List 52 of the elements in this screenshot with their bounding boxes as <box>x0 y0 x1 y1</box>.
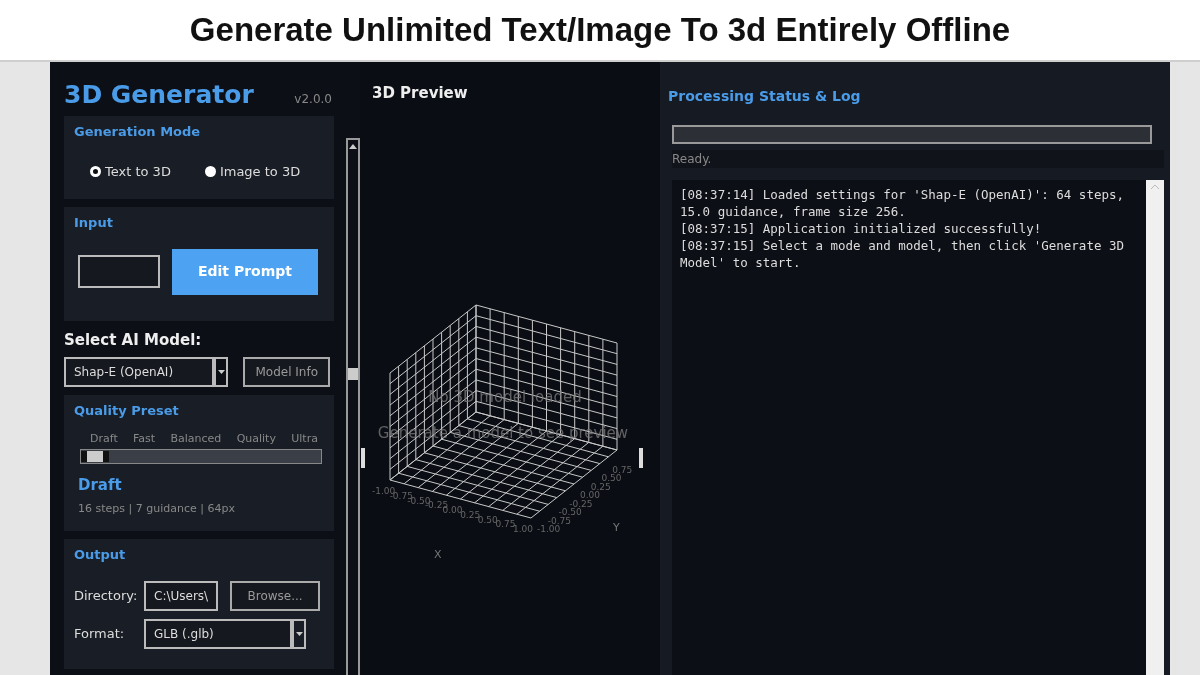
section-heading: Generation Mode <box>74 123 202 141</box>
tick-label: -0.50 <box>558 507 582 517</box>
caret-icon <box>295 631 303 636</box>
resize-handle[interactable] <box>361 448 365 468</box>
panel-title: 3D Preview <box>372 83 468 104</box>
preset-label: Ultra <box>291 430 318 447</box>
section-heading: Input <box>74 214 114 232</box>
scroll-up-icon[interactable] <box>348 142 358 150</box>
log-line: [08:37:14] Loaded settings for 'Shap-E (OpenAI)': 64 steps, 15.0 guidance, frame size 256. <box>680 186 1125 220</box>
prompt-field[interactable] <box>78 255 160 288</box>
scrollbar[interactable] <box>346 138 360 675</box>
resize-handle[interactable] <box>639 448 643 468</box>
status-text: Ready. <box>672 150 1164 168</box>
axis-label: X <box>434 548 442 561</box>
preset-label: Draft <box>90 430 118 447</box>
field-label: Format: <box>74 624 126 643</box>
directory-field[interactable]: C:\Users\ <box>144 580 219 611</box>
app-title: 3D Generator <box>64 80 254 110</box>
preset-label: Quality <box>236 430 276 447</box>
preset-label: Balanced <box>170 430 222 447</box>
version-label: v2.0.0 <box>294 91 332 108</box>
tick-label: -1.00 <box>537 524 561 534</box>
tick-label: 0.50 <box>601 473 622 483</box>
preset-name: Draft <box>78 475 123 496</box>
log-line: [08:37:15] Application initialized successfully! <box>680 220 1043 237</box>
tick-label: 0.00 <box>580 490 601 500</box>
radio-label[interactable]: Text to 3D <box>105 161 171 181</box>
browse-button[interactable]: Browse... <box>230 580 321 611</box>
slider-thumb[interactable] <box>81 451 109 462</box>
scrollbar[interactable] <box>1146 180 1164 675</box>
field-label: Directory: <box>74 586 136 605</box>
preset-details: 16 steps | 7 guidance | 64px <box>77 500 236 517</box>
preset-label: Fast <box>133 430 156 447</box>
tick-label: -0.25 <box>569 498 593 509</box>
model-info-button[interactable]: Model Info <box>243 357 330 387</box>
radio-button[interactable] <box>90 165 101 177</box>
section-heading: Quality Preset <box>74 402 180 420</box>
tick-label: 0.75 <box>495 519 516 530</box>
tick-label: 0.25 <box>590 481 611 492</box>
section-heading: Output <box>74 546 127 564</box>
log-line: [08:37:15] Select a mode and model, then click 'Generate 3D Model' to start. <box>680 237 1125 271</box>
radio-label[interactable]: Image to 3D <box>219 161 301 181</box>
caret-icon <box>217 370 225 374</box>
radio-button[interactable] <box>204 165 216 177</box>
tick-label: 0.75 <box>612 464 633 475</box>
section-heading: Select AI Model: <box>64 329 203 351</box>
banner-title: Generate Unlimited Text/Image To 3d Entirely Offline <box>188 10 1012 50</box>
scroll-thumb[interactable] <box>348 368 358 380</box>
panel-title: Processing Status & Log <box>668 87 862 106</box>
quality-slider[interactable] <box>80 449 322 464</box>
tick-label: -0.75 <box>547 515 572 526</box>
axis-label: Y <box>613 521 620 534</box>
